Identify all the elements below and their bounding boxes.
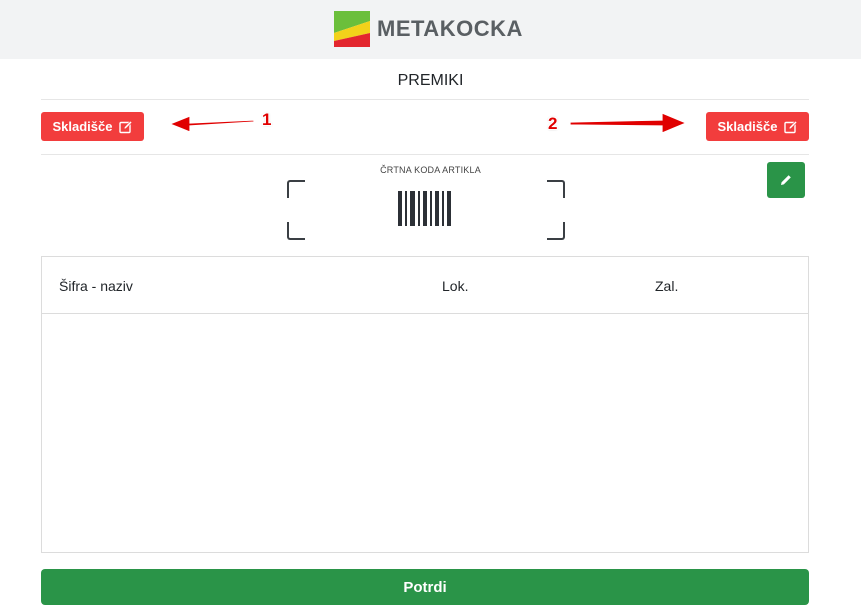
warehouse-to-label: Skladišče xyxy=(717,119,778,134)
logo-text: METAKOCKA xyxy=(377,16,523,41)
annotation-arrow-right xyxy=(569,112,688,134)
column-header-stock[interactable]: Zal. xyxy=(655,278,678,294)
scan-frame-corner xyxy=(547,222,565,240)
scan-frame-corner xyxy=(287,222,305,240)
items-table: Šifra - naziv Lok. Zal. xyxy=(41,256,809,553)
barcode-label: ČRTNA KODA ARTIKLA xyxy=(380,165,481,175)
annotation-number-2: 2 xyxy=(548,114,558,133)
confirm-button[interactable]: Potrdi xyxy=(41,569,809,605)
divider xyxy=(41,99,809,100)
metakocka-logo-icon xyxy=(334,11,370,47)
divider xyxy=(41,154,809,155)
barcode-icon[interactable] xyxy=(398,191,454,226)
annotation-number-1: 1 xyxy=(262,110,272,129)
app-header: METAKOCKA xyxy=(0,0,861,59)
warehouse-from-label: Skladišče xyxy=(52,119,113,134)
pencil-icon xyxy=(781,175,791,185)
annotation-arrow-left xyxy=(168,115,255,133)
column-header-code-name[interactable]: Šifra - naziv xyxy=(59,278,133,294)
edit-button[interactable] xyxy=(767,162,805,198)
page-title: PREMIKI xyxy=(397,72,464,89)
edit-icon xyxy=(118,120,132,133)
warehouse-from-button[interactable]: Skladišče xyxy=(41,112,144,141)
edit-icon xyxy=(783,120,797,133)
scan-frame-corner xyxy=(547,180,565,198)
column-header-location[interactable]: Lok. xyxy=(442,278,468,294)
warehouse-to-button[interactable]: Skladišče xyxy=(706,112,809,141)
scan-frame-corner xyxy=(287,180,305,198)
table-body xyxy=(42,314,808,552)
